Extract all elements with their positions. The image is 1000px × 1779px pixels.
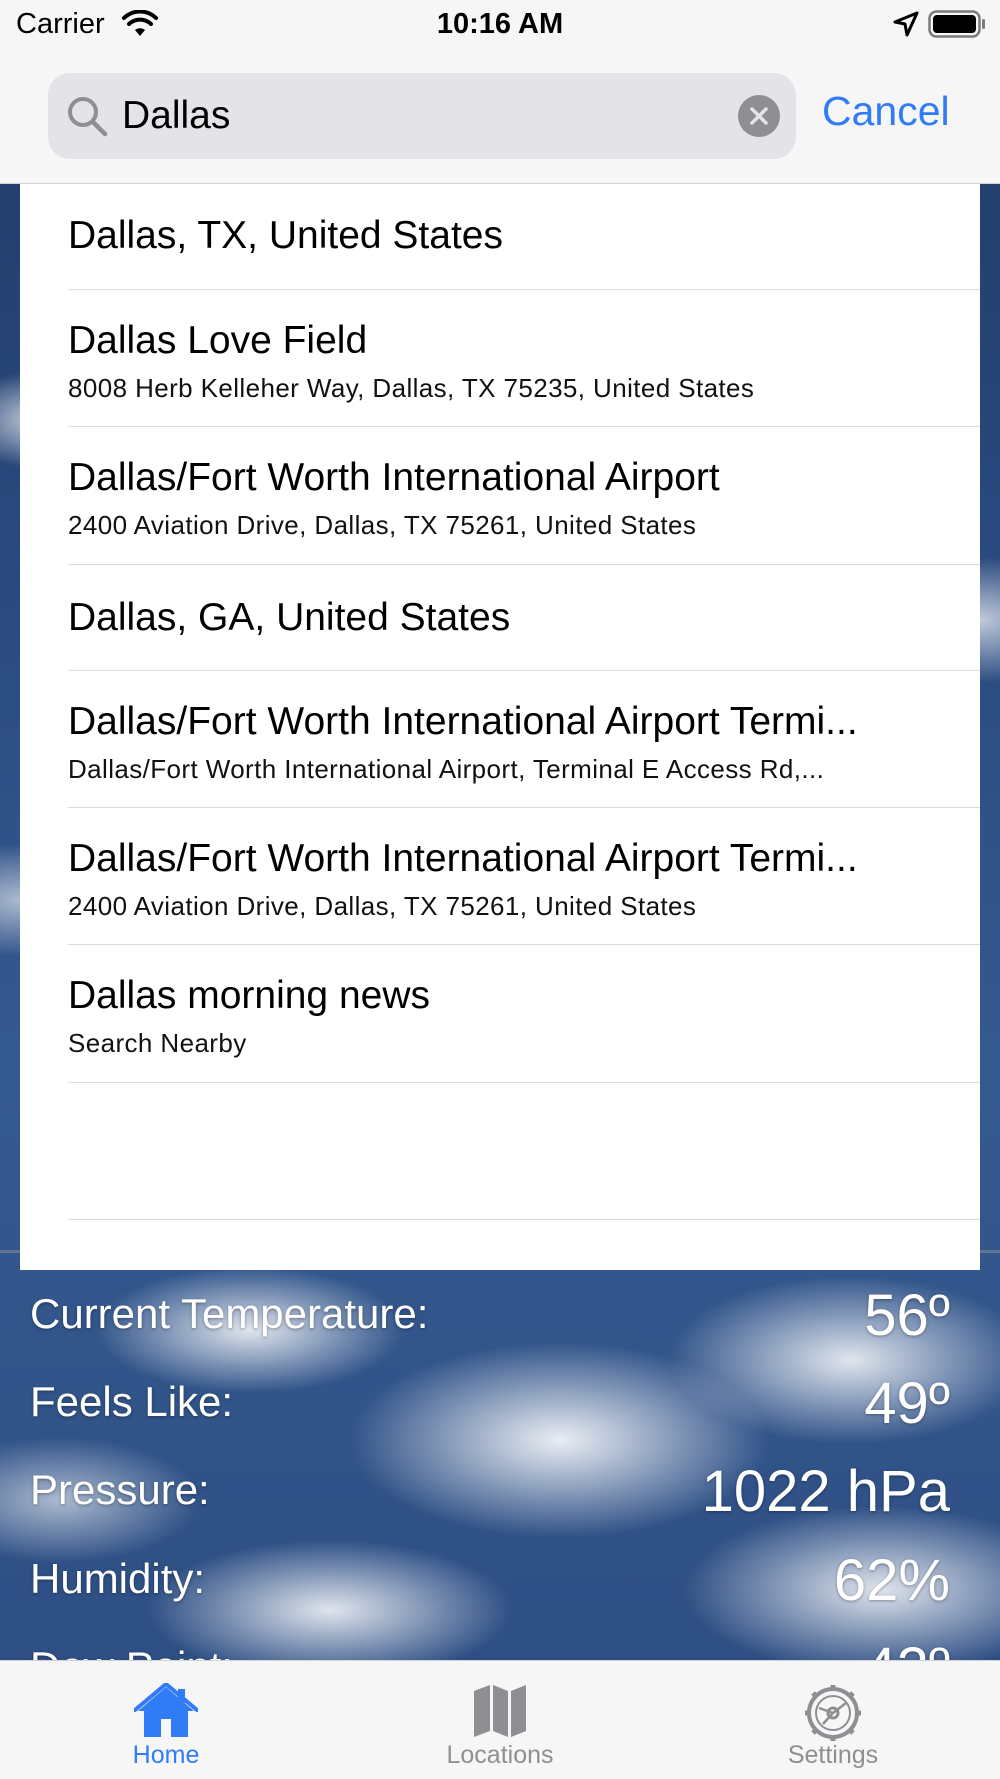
feels-like-label: Feels Like: <box>30 1378 234 1425</box>
search-results-list: Dallas, TX, United States Dallas Love Fi… <box>20 184 980 1270</box>
clear-search-button[interactable] <box>738 95 780 137</box>
pressure-label: Pressure: <box>30 1466 210 1513</box>
result-subtitle: Dallas/Fort Worth International Airport,… <box>68 754 825 784</box>
humidity-label: Humidity: <box>30 1555 206 1602</box>
result-item[interactable]: Dallas/Fort Worth International Airport … <box>68 807 980 945</box>
empty-row <box>68 1082 980 1220</box>
tab-bar: Home Locations Settings <box>0 1660 1000 1779</box>
result-subtitle: Search Nearby <box>68 1028 247 1058</box>
result-subtitle: 2400 Aviation Drive, Dallas, TX 75261, U… <box>68 891 697 921</box>
current-temperature-value: 56º <box>864 1283 950 1348</box>
feels-like-value: 49º <box>864 1371 950 1436</box>
clock: 10:16 AM <box>436 8 564 40</box>
result-item[interactable]: Dallas/Fort Worth International Airport … <box>68 426 980 565</box>
tab-label: Home <box>132 1741 200 1769</box>
result-title: Dallas/Fort Worth International Airport … <box>68 837 858 880</box>
gear-icon <box>805 1685 861 1741</box>
close-icon <box>750 107 768 125</box>
result-item[interactable]: Dallas, TX, United States <box>68 184 980 290</box>
status-bar: Carrier 10:16 AM <box>0 0 1000 50</box>
search-field[interactable] <box>48 73 796 159</box>
current-temperature-label: Current Temperature: <box>30 1290 429 1337</box>
humidity-value: 62% <box>833 1548 950 1613</box>
search-header: Carrier 10:16 AM Dallas Cancel <box>0 0 1000 184</box>
result-title: Dallas/Fort Worth International Airport … <box>68 700 858 743</box>
result-title: Dallas, TX, United States <box>68 214 503 257</box>
tab-home[interactable]: Home <box>66 1661 266 1779</box>
cancel-button[interactable]: Cancel <box>822 88 950 135</box>
result-item[interactable]: Dallas/Fort Worth International Airport … <box>68 670 980 808</box>
search-icon <box>66 95 108 142</box>
map-icon <box>474 1685 526 1737</box>
search-input[interactable] <box>122 73 722 159</box>
result-item[interactable]: Dallas morning news Search Nearby <box>68 944 980 1083</box>
tab-locations[interactable]: Locations <box>400 1661 600 1779</box>
tab-settings[interactable]: Settings <box>733 1661 933 1779</box>
pressure-value: 1022 hPa <box>701 1459 950 1524</box>
result-item[interactable]: Dallas, GA, United States <box>68 564 980 671</box>
result-subtitle: 2400 Aviation Drive, Dallas, TX 75261, U… <box>68 510 697 540</box>
result-item[interactable]: Dallas Love Field 8008 Herb Kelleher Way… <box>68 289 980 427</box>
result-title: Dallas Love Field <box>68 319 368 362</box>
location-arrow-icon <box>893 11 919 42</box>
result-subtitle: 8008 Herb Kelleher Way, Dallas, TX 75235… <box>68 373 755 403</box>
tab-label: Settings <box>787 1741 879 1769</box>
result-title: Dallas/Fort Worth International Airport <box>68 456 720 499</box>
tab-label: Locations <box>446 1741 554 1769</box>
result-title: Dallas, GA, United States <box>68 596 511 639</box>
house-icon <box>134 1683 198 1737</box>
result-title: Dallas morning news <box>68 974 430 1017</box>
battery-icon <box>928 10 986 43</box>
